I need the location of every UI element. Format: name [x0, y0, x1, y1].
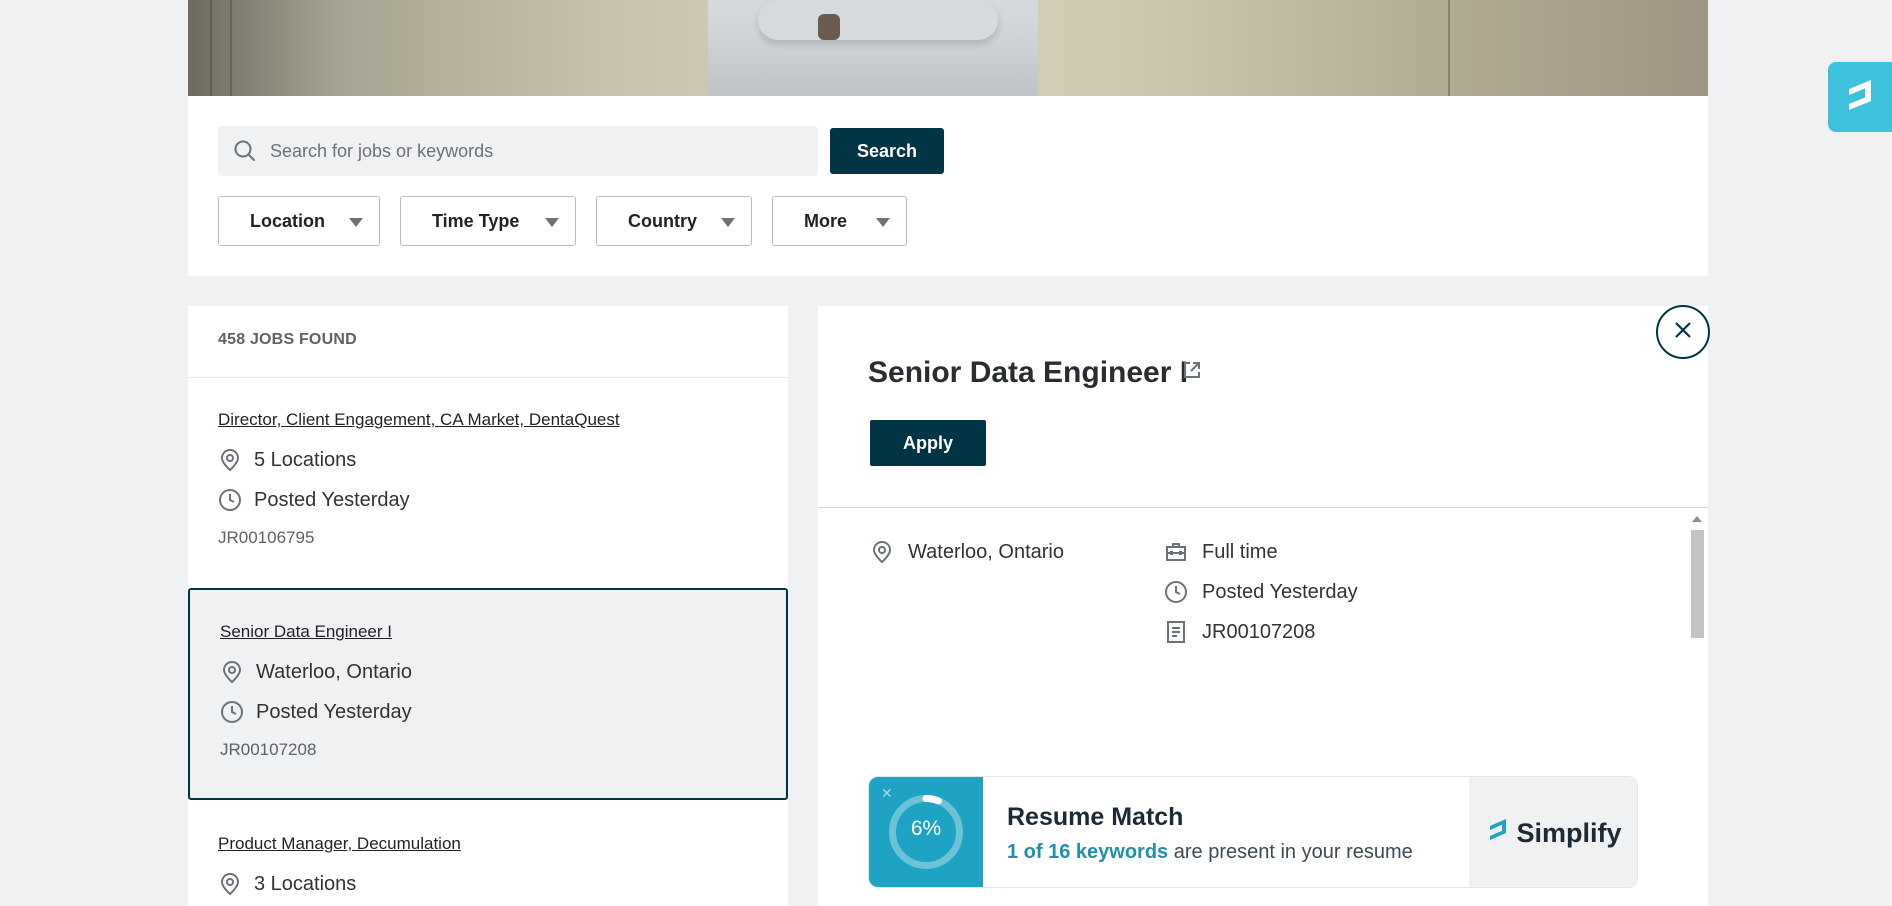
- job-detail-title: Senior Data Engineer I: [868, 356, 1189, 389]
- wall-line: [230, 0, 232, 96]
- simplify-brand-name: Simplify: [1516, 817, 1622, 848]
- simplify-logo-icon: [1843, 76, 1877, 119]
- filter-more[interactable]: More: [772, 196, 907, 246]
- resume-match-title: Resume Match: [1007, 803, 1184, 831]
- search-icon: [232, 138, 258, 164]
- detail-time-type: Full time: [1162, 538, 1278, 566]
- document-icon: [1162, 618, 1190, 646]
- simplify-brand: Simplify: [1469, 777, 1637, 887]
- location-pin-icon: [218, 872, 242, 896]
- caret-down-icon: [721, 218, 735, 227]
- filter-label: Time Type: [432, 210, 520, 231]
- job-location: 3 Locations: [254, 872, 357, 895]
- location-pin-icon: [220, 660, 244, 684]
- search-panel: Search for jobs or keywords Search Locat…: [188, 96, 1708, 276]
- briefcase-icon: [1162, 538, 1190, 566]
- close-icon: [1673, 320, 1693, 345]
- hero-image: [188, 0, 1708, 96]
- caret-down-icon: [876, 218, 890, 227]
- filter-time-type[interactable]: Time Type: [400, 196, 576, 246]
- filter-country[interactable]: Country: [596, 196, 752, 246]
- job-id: JR00107208: [220, 740, 317, 759]
- location-pin-icon: [868, 538, 896, 566]
- filter-location[interactable]: Location: [218, 196, 380, 246]
- detail-job-id-text: JR00107208: [1202, 620, 1316, 643]
- caret-down-icon: [545, 218, 559, 227]
- detail-location-text: Waterloo, Ontario: [908, 540, 1064, 563]
- wall-line: [1448, 0, 1450, 96]
- job-location: 5 Locations: [254, 448, 357, 471]
- job-posted-row: Posted Yesterday: [218, 488, 788, 512]
- job-location-row: 3 Locations: [218, 872, 788, 896]
- job-list-item[interactable]: Product Manager, Decumulation 3 Location…: [188, 834, 788, 896]
- clock-icon: [218, 488, 242, 512]
- filter-label: Country: [628, 210, 697, 231]
- clock-icon: [220, 700, 244, 724]
- scrollbar-thumb[interactable]: [1691, 530, 1704, 638]
- resume-match-card[interactable]: ✕ 6% Resume Match 1 of 16 keywords are p…: [868, 776, 1638, 888]
- simplify-logo-icon: [1486, 816, 1510, 851]
- detail-job-id: JR00107208: [1162, 618, 1315, 646]
- wall-line: [210, 0, 212, 96]
- keywords-rest-text: are present in your resume: [1173, 841, 1413, 863]
- filter-label: More: [804, 210, 848, 231]
- location-pin-icon: [218, 448, 242, 472]
- detail-posted: Posted Yesterday: [1162, 578, 1358, 606]
- job-location: Waterloo, Ontario: [256, 660, 412, 683]
- job-posted: Posted Yesterday: [256, 700, 412, 723]
- job-posted-row: Posted Yesterday: [220, 700, 786, 724]
- scroll-up-icon[interactable]: [1692, 516, 1702, 522]
- detail-time-type-text: Full time: [1202, 540, 1278, 563]
- jobs-found-count: 458 JOBS FOUND: [188, 306, 788, 378]
- job-results-list: 458 JOBS FOUND Director, Client Engageme…: [188, 306, 788, 906]
- job-posted: Posted Yesterday: [254, 488, 410, 511]
- job-detail-header: Senior Data Engineer I Apply: [818, 306, 1708, 508]
- detail-posted-text: Posted Yesterday: [1202, 580, 1358, 603]
- job-list-item[interactable]: Director, Client Engagement, CA Market, …: [188, 378, 788, 548]
- resume-match-percent: 6%: [910, 817, 942, 840]
- job-location-row: 5 Locations: [218, 448, 788, 472]
- clock-icon: [1162, 578, 1190, 606]
- simplify-extension-button[interactable]: [1828, 62, 1892, 132]
- job-location-row: Waterloo, Ontario: [220, 660, 786, 684]
- search-button[interactable]: Search: [830, 128, 944, 174]
- job-id: JR00106795: [218, 528, 315, 547]
- resume-match-score: ✕ 6%: [869, 777, 983, 887]
- apply-button[interactable]: Apply: [870, 420, 986, 466]
- detail-location: Waterloo, Ontario: [868, 538, 1064, 566]
- close-button[interactable]: [1656, 305, 1710, 359]
- detail-scrollbar[interactable]: [1688, 510, 1706, 906]
- job-title-link[interactable]: Senior Data Engineer I: [220, 622, 392, 642]
- external-link-icon[interactable]: [1182, 360, 1202, 385]
- job-list-item-selected[interactable]: Senior Data Engineer I Waterloo, Ontario…: [188, 588, 788, 800]
- job-title-link[interactable]: Director, Client Engagement, CA Market, …: [218, 410, 620, 430]
- wristwatch: [818, 14, 840, 40]
- filter-label: Location: [250, 210, 325, 231]
- search-input[interactable]: Search for jobs or keywords: [218, 126, 818, 176]
- search-placeholder: Search for jobs or keywords: [270, 140, 494, 161]
- person-arms: [758, 0, 998, 40]
- job-title-link[interactable]: Product Manager, Decumulation: [218, 834, 461, 854]
- resume-match-description: 1 of 16 keywords are present in your res…: [1007, 841, 1413, 864]
- caret-down-icon: [349, 218, 363, 227]
- keywords-count[interactable]: 1 of 16 keywords: [1007, 841, 1168, 863]
